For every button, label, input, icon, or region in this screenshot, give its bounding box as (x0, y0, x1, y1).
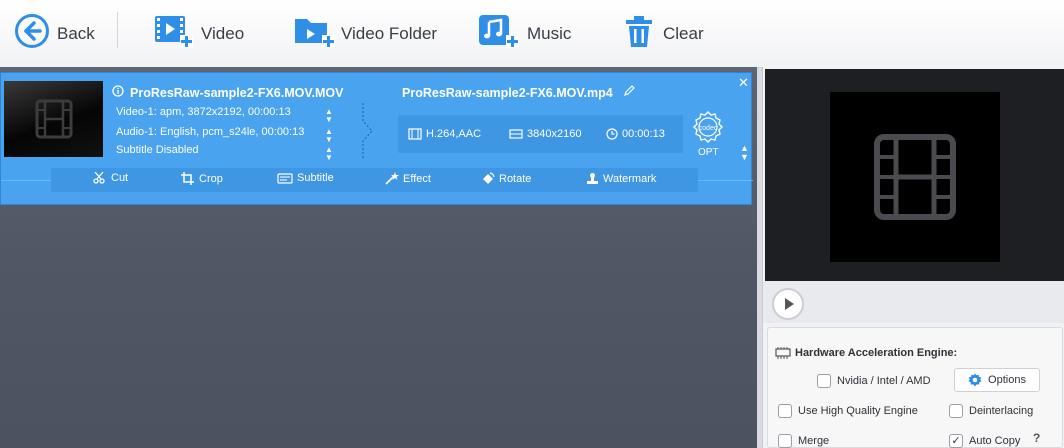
clock-icon (606, 128, 618, 140)
add-music-button[interactable]: Music (477, 0, 571, 67)
hw-accel-label: Hardware Acceleration Engine: (795, 347, 958, 359)
watermark-button[interactable]: Watermark (586, 172, 656, 185)
back-label: Back (57, 23, 95, 43)
remove-item-close-icon[interactable]: ✕ (738, 75, 749, 91)
edit-name-icon[interactable] (623, 85, 635, 100)
subtitle-label: Subtitle (297, 172, 334, 184)
audio-track-updown-icon[interactable]: ▲ ▼ (325, 128, 333, 144)
codec-options-button[interactable]: codec OPT (689, 109, 729, 159)
edit-toolbar: Cut Crop Subtitle Effect Rotate Watermar… (51, 168, 698, 192)
output-codec-text: H.264,AAC (426, 128, 482, 140)
convert-arrow-icon (362, 103, 373, 159)
add-video-folder-button[interactable]: Video Folder (293, 0, 437, 67)
back-arrow-icon (14, 13, 50, 54)
help-icon[interactable]: ? (1033, 431, 1040, 445)
crop-button[interactable]: Crop (181, 172, 223, 185)
output-duration: 00:00:13 (606, 128, 665, 140)
clear-label: Clear (663, 23, 704, 43)
gpu-chip-icon (775, 347, 791, 359)
output-resolution-text: 3840x2160 (527, 128, 582, 140)
video-track-select[interactable]: Video-1: apm, 3872x2192, 00:00:13 (116, 106, 291, 118)
watermark-stamp-icon (587, 173, 598, 184)
video-item-card[interactable]: ProResRaw-sample2-FX6.MOV.MOV Video-1: a… (0, 72, 753, 205)
trash-icon (624, 13, 654, 54)
folder-icon (293, 13, 337, 54)
music-icon (477, 13, 523, 54)
toolbar-divider (117, 12, 118, 48)
play-icon (785, 298, 794, 310)
play-button[interactable] (772, 288, 804, 320)
deinterlace-checkbox[interactable] (949, 404, 963, 418)
video-thumbnail (4, 81, 103, 157)
output-codec: H.264,AAC (408, 128, 481, 140)
effect-label: Effect (403, 172, 431, 185)
gpu-checkbox-row[interactable]: Nvidia / Intel / AMD (817, 374, 931, 388)
codec-gear-icon: codec (693, 111, 723, 143)
effect-button[interactable]: Effect (385, 172, 431, 185)
film-strip-icon (408, 128, 422, 140)
crop-icon (181, 172, 194, 185)
subtitle-icon (277, 172, 293, 184)
output-title: ProResRaw-sample2-FX6.MOV.mp4 (402, 85, 635, 100)
add-video-button[interactable]: Video (153, 0, 244, 67)
subtitle-select[interactable]: Subtitle Disabled (116, 144, 199, 156)
crop-label: Crop (199, 172, 223, 185)
film-placeholder-icon (874, 134, 956, 220)
source-filename: ProResRaw-sample2-FX6.MOV.MOV (130, 85, 344, 100)
codec-badge-text: codec (699, 125, 718, 132)
gpu-label: Nvidia / Intel / AMD (837, 375, 931, 387)
rotate-button[interactable]: Rotate (481, 172, 531, 185)
merge-checkbox[interactable] (778, 434, 792, 448)
music-label: Music (527, 23, 572, 43)
hq-engine-checkbox[interactable] (778, 404, 792, 418)
playback-controls (763, 281, 1064, 323)
merge-row[interactable]: Merge (778, 434, 829, 448)
output-duration-text: 00:00:13 (622, 128, 665, 140)
source-title: ProResRaw-sample2-FX6.MOV.MOV (112, 85, 344, 100)
add-video-icon (153, 13, 195, 54)
hw-accel-title: Hardware Acceleration Engine: (774, 346, 957, 360)
film-icon (35, 99, 73, 139)
info-icon[interactable] (112, 85, 124, 100)
options-button[interactable]: Options (954, 368, 1040, 392)
video-track-updown-icon[interactable]: ▲ ▼ (325, 108, 333, 124)
auto-copy-checkbox[interactable]: ✓ (949, 434, 963, 448)
auto-copy-label: Auto Copy (969, 435, 1021, 447)
resolution-icon (509, 129, 523, 139)
deinterlace-label: Deinterlacing (969, 405, 1034, 417)
options-label: Options (988, 374, 1026, 386)
output-filename: ProResRaw-sample2-FX6.MOV.mp4 (402, 85, 613, 100)
output-resolution: 3840x2160 (509, 128, 581, 140)
rotate-icon (483, 172, 495, 184)
gear-icon (968, 373, 982, 387)
toolbar: Back Video Video Folder Music Clear (0, 0, 1064, 68)
watermark-label: Watermark (603, 172, 657, 185)
hq-engine-label: Use High Quality Engine (798, 405, 918, 417)
right-panel: Hardware Acceleration Engine: Nvidia / I… (762, 67, 1064, 448)
clear-button[interactable]: Clear (624, 0, 704, 67)
cut-button[interactable]: Cut (93, 172, 128, 184)
preview-canvas (830, 92, 1000, 262)
rotate-label: Rotate (499, 172, 532, 185)
audio-track-select[interactable]: Audio-1: English, pcm_s24le, 00:00:13 (116, 126, 304, 138)
deinterlace-row[interactable]: Deinterlacing (949, 404, 1033, 418)
hq-engine-row[interactable]: Use High Quality Engine (778, 404, 918, 418)
gpu-checkbox[interactable] (817, 374, 831, 388)
magic-wand-icon (385, 172, 399, 185)
subtitle-updown-icon[interactable]: ▲ ▼ (325, 146, 333, 162)
scissors-icon (93, 172, 105, 184)
video-folder-label: Video Folder (341, 23, 438, 43)
cut-label: Cut (111, 172, 129, 184)
subtitle-button[interactable]: Subtitle (277, 172, 334, 184)
output-summary[interactable]: H.264,AAC 3840x2160 00:00:13 (398, 115, 683, 153)
video-label: Video (201, 23, 245, 43)
settings-panel: Hardware Acceleration Engine: Nvidia / I… (767, 327, 1063, 448)
item-reorder-icon[interactable]: ▲ ▼ (740, 144, 749, 162)
opt-label: OPT (698, 147, 719, 158)
auto-copy-row[interactable]: ✓ Auto Copy (949, 434, 1020, 448)
back-button[interactable]: Back (14, 0, 95, 67)
merge-label: Merge (798, 435, 830, 447)
video-preview (765, 69, 1064, 281)
